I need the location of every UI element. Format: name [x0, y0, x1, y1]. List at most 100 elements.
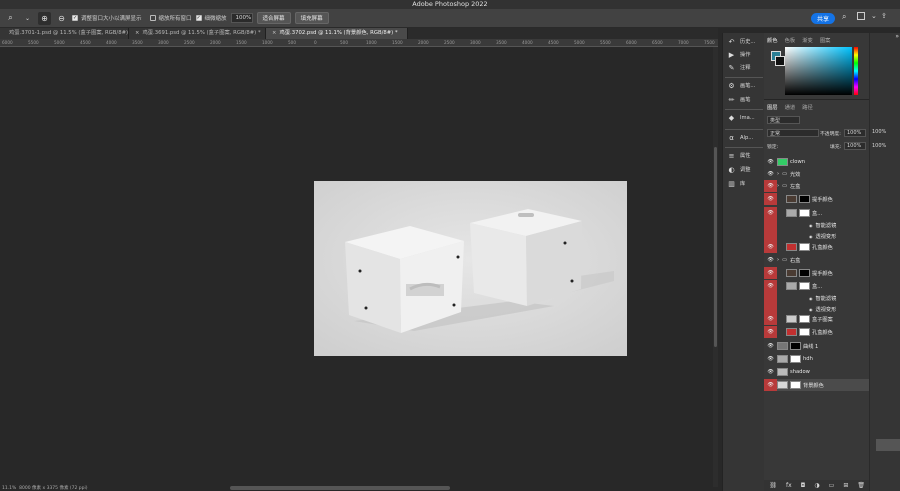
visibility-eye-icon[interactable]: 👁	[764, 168, 777, 180]
zoom-tool-icon[interactable]: ⌕	[4, 12, 17, 25]
layer-group-row[interactable]: 👁 › ▭ 右盒	[764, 254, 869, 266]
dock-item-9[interactable]: ▥ 库	[727, 179, 745, 188]
layer-row[interactable]: 👁 shadow	[764, 366, 869, 378]
layer-mask-thumbnail[interactable]	[790, 355, 801, 363]
layer-mask-thumbnail[interactable]	[799, 328, 810, 336]
layer-mask-thumbnail[interactable]	[790, 342, 801, 350]
delete-layer-icon[interactable]: 🗑	[857, 482, 865, 489]
layer-mask-thumbnail[interactable]	[799, 315, 810, 323]
visibility-eye-icon[interactable]: 👁	[764, 340, 777, 352]
tab-gradients[interactable]: 渐变	[802, 36, 813, 44]
scroll-thumb[interactable]	[714, 147, 717, 347]
tab-channels[interactable]: 通道	[785, 103, 796, 111]
filter-visibility-icon[interactable]: ◉	[809, 307, 813, 312]
visibility-eye-icon[interactable]: 👁	[764, 366, 777, 378]
color-picker-field[interactable]	[785, 47, 852, 95]
dock-item-8[interactable]: ◐ 调整	[727, 165, 750, 174]
scrubby-zoom-checkbox[interactable]: ✓ 细微缩放	[195, 14, 227, 22]
workspace-chevron-icon[interactable]: ⌄	[871, 12, 877, 20]
fx-icon[interactable]: fx	[786, 482, 792, 489]
layer-row[interactable]: 👁 hdh	[764, 353, 869, 365]
tab-swatches[interactable]: 色板	[785, 36, 796, 44]
visibility-eye-icon[interactable]: 👁	[764, 353, 777, 365]
zoom-in-icon[interactable]: ⊕	[38, 11, 51, 25]
tab-doc-1[interactable]: 鸡蛋.3701-1.psd @ 11.5% (盒子图案, RGB/8#)	[0, 28, 129, 39]
dock-item-2[interactable]: ✎ 注释	[727, 63, 751, 72]
dock-item-4[interactable]: ✏ 画笔	[727, 95, 751, 104]
dock-item-3[interactable]: ⚙ 画笔...	[727, 81, 755, 90]
fill-field[interactable]: 100%	[844, 142, 866, 150]
visibility-eye-icon[interactable]: 👁	[764, 180, 777, 192]
dock-item-0[interactable]: ↶ 历史...	[727, 37, 756, 46]
zoom-out-icon[interactable]: ⊖	[55, 12, 68, 25]
layer-mask-thumbnail[interactable]	[799, 209, 810, 217]
visibility-eye-icon[interactable]: 👁	[764, 267, 777, 279]
tab-close-icon[interactable]: ×	[135, 30, 139, 36]
layer-row[interactable]: 👁 提手颜色	[764, 267, 869, 279]
horizontal-scrollbar[interactable]	[230, 486, 450, 490]
resize-windows-checkbox[interactable]: ✓ 调整窗口大小以满屏显示	[72, 14, 142, 22]
dock-item-7[interactable]: ≡ 属性	[727, 151, 751, 160]
visibility-eye-icon[interactable]: 👁	[764, 313, 777, 325]
adjustment-layer-icon[interactable]: ◑	[814, 482, 819, 489]
visibility-eye-icon[interactable]: 👁	[764, 326, 777, 338]
tab-color[interactable]: 颜色	[767, 36, 778, 44]
layer-mask-thumbnail[interactable]	[799, 269, 810, 277]
group-expand-icon[interactable]: ›	[777, 257, 779, 263]
layer-row[interactable]: 👁 孔盒颜色	[764, 326, 869, 338]
filter-visibility-icon[interactable]: ◉	[809, 296, 813, 301]
tab-close-icon[interactable]: ×	[272, 30, 276, 36]
share-image-icon[interactable]: ⇪	[881, 12, 887, 20]
layer-row[interactable]: 👁 提手颜色	[764, 193, 869, 205]
layer-row[interactable]: 👁 盒子图案	[764, 313, 869, 325]
layer-row[interactable]: 👁 背景颜色	[764, 379, 869, 391]
tab-doc-3[interactable]: × 鸡蛋.3702.psd @ 11.1% (背景颜色, RGB/8#) *	[266, 28, 408, 39]
layer-mask-thumbnail[interactable]	[799, 282, 810, 290]
group-expand-icon[interactable]: ›	[777, 171, 779, 177]
layer-mask-thumbnail[interactable]	[799, 243, 810, 251]
document-canvas[interactable]	[314, 181, 627, 356]
hue-slider[interactable]	[854, 47, 858, 95]
fit-screen-button[interactable]: 适合屏幕	[256, 12, 291, 24]
group-expand-icon[interactable]: ›	[777, 183, 779, 189]
tool-preset-chevron-icon[interactable]: ⌄	[21, 12, 34, 25]
filter-visibility-icon[interactable]: ◉	[809, 223, 813, 228]
visibility-eye-icon[interactable]: 👁	[764, 280, 777, 292]
dock-item-5[interactable]: ◆ Ima...	[727, 113, 755, 122]
visibility-eye-icon[interactable]: 👁	[764, 193, 777, 205]
panel-collapse-icon[interactable]: »	[871, 33, 899, 41]
visibility-eye-icon[interactable]: 👁	[764, 241, 777, 253]
layer-group-row[interactable]: 👁 › ▭ 光效	[764, 168, 869, 180]
background-color-swatch[interactable]	[775, 56, 785, 66]
zoom-all-windows-checkbox[interactable]: 缩放所有窗口	[149, 14, 192, 22]
new-layer-icon[interactable]: ⊞	[843, 482, 848, 489]
layer-row[interactable]: 👁 clown	[764, 156, 869, 168]
layer-group-row[interactable]: 👁 › ▭ 左盒	[764, 180, 869, 192]
new-group-icon[interactable]: ▭	[829, 482, 835, 489]
tab-patterns[interactable]: 图案	[820, 36, 831, 44]
tab-layers[interactable]: 图层	[767, 103, 778, 111]
mask-icon[interactable]: ◘	[801, 482, 806, 489]
tab-paths[interactable]: 路径	[802, 103, 813, 111]
visibility-eye-icon[interactable]: 👁	[764, 379, 777, 391]
visibility-eye-icon[interactable]: 👁	[764, 156, 777, 168]
dock-item-1[interactable]: ▶ 操作	[727, 50, 751, 59]
search-icon[interactable]: ⌕	[842, 12, 846, 22]
layer-row[interactable]: 👁 孔盒颜色	[764, 241, 869, 253]
layer-filter-select[interactable]: 类型	[767, 116, 800, 124]
link-layers-icon[interactable]: ⛓	[769, 482, 777, 489]
tab-doc-2[interactable]: × 鸡蛋.3691.psd @ 11.5% (盒子图案, RGB/8#) *	[129, 28, 266, 39]
layer-mask-thumbnail[interactable]	[790, 381, 801, 389]
layer-mask-thumbnail[interactable]	[799, 195, 810, 203]
share-button[interactable]: 共享	[811, 13, 836, 24]
opacity-field[interactable]: 100%	[844, 129, 866, 137]
layer-row[interactable]: 👁 曲线 1	[764, 340, 869, 352]
layer-row[interactable]: 👁 盒...	[764, 280, 869, 292]
workspace-icon[interactable]	[857, 12, 865, 20]
visibility-eye-icon[interactable]: 👁	[764, 254, 777, 266]
filter-visibility-icon[interactable]: ◉	[809, 234, 813, 239]
visibility-eye-icon[interactable]: 👁	[764, 207, 777, 219]
fill-screen-button[interactable]: 填充屏幕	[294, 12, 329, 24]
zoom-value-field[interactable]: 100%	[230, 13, 253, 23]
layer-row[interactable]: 👁 盒...	[764, 207, 869, 219]
